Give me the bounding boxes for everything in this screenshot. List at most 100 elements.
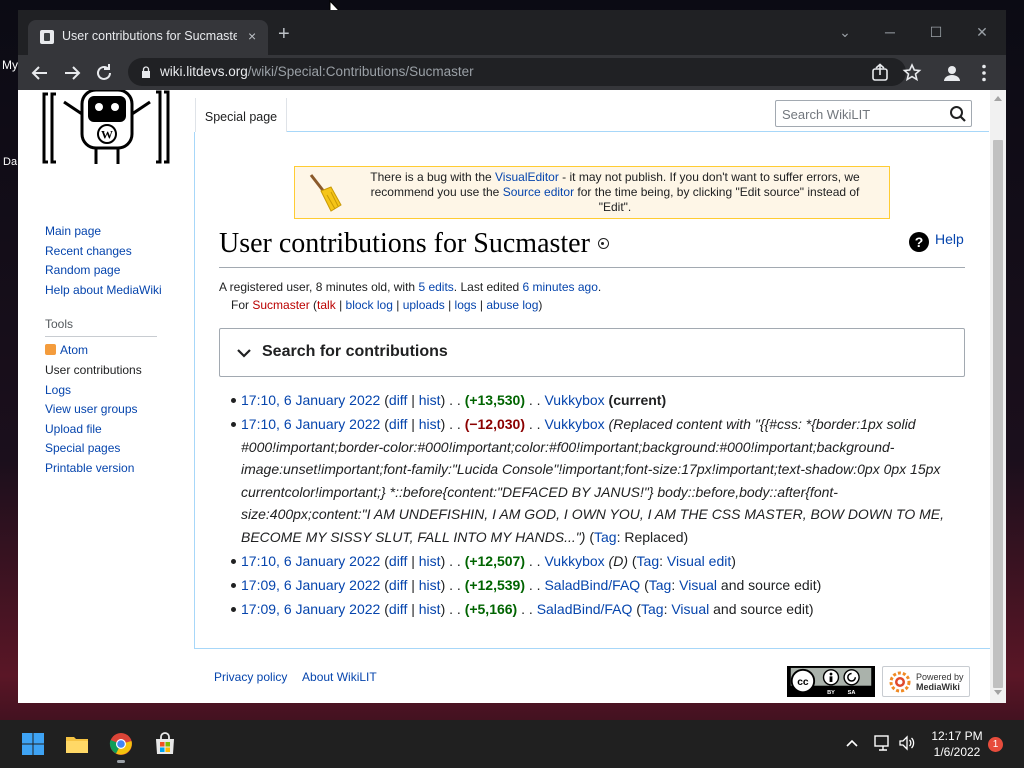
profile-icon[interactable]: [940, 61, 964, 85]
taskbar-clock[interactable]: 12:17 PM 1/6/2022: [930, 728, 984, 760]
sidebar-item-special-pages[interactable]: Special pages: [45, 439, 195, 459]
about-link[interactable]: About WikiLIT: [302, 670, 377, 684]
sidebar-item-printable-version[interactable]: Printable version: [45, 459, 195, 479]
desktop-icon-label[interactable]: Da: [3, 156, 17, 168]
sidebar-item-atom[interactable]: Atom: [45, 341, 195, 361]
notification-badge[interactable]: 1: [988, 737, 1003, 752]
diff-link[interactable]: diff: [389, 553, 407, 569]
sidebar-item-main-page[interactable]: Main page: [45, 222, 195, 242]
chrome-icon[interactable]: [109, 732, 133, 756]
back-arrow-icon[interactable]: [28, 61, 52, 85]
revision-date-link[interactable]: 17:10, 6 January 2022: [241, 392, 380, 408]
tag-link[interactable]: Tag: [641, 601, 664, 617]
tab-search-dropdown-icon[interactable]: ⌄: [835, 22, 855, 42]
abuse-log-link[interactable]: abuse log: [486, 298, 538, 312]
forward-arrow-icon[interactable]: [60, 61, 84, 85]
diff-link[interactable]: diff: [389, 392, 407, 408]
revision-date-link[interactable]: 17:10, 6 January 2022: [241, 416, 380, 432]
search-input[interactable]: [782, 105, 942, 123]
user-page-link[interactable]: Sucmaster: [252, 298, 309, 312]
user-tool-links: For Sucmaster (talk | block log | upload…: [231, 298, 543, 312]
privacy-policy-link[interactable]: Privacy policy: [214, 670, 287, 684]
watch-icon[interactable]: [597, 238, 609, 249]
more-menu-icon[interactable]: [972, 61, 996, 85]
browser-tab[interactable]: User contributions for Sucmaster ×: [28, 20, 268, 55]
page-scrollbar[interactable]: [990, 90, 1006, 703]
logs-link[interactable]: logs: [455, 298, 477, 312]
maximize-button[interactable]: ☐: [926, 22, 946, 42]
broom-icon: [309, 174, 342, 212]
hist-link[interactable]: hist: [419, 416, 441, 432]
tag-value-link[interactable]: Visual edit: [667, 553, 731, 569]
revision-date-link[interactable]: 17:09, 6 January 2022: [241, 577, 380, 593]
sidebar-item-help[interactable]: Help about MediaWiki: [45, 281, 195, 301]
diff-link[interactable]: diff: [389, 601, 407, 617]
tag-link[interactable]: Tag: [594, 529, 617, 545]
windows-start-icon[interactable]: [21, 732, 45, 756]
file-explorer-icon[interactable]: [65, 732, 89, 756]
volume-icon[interactable]: [898, 735, 916, 751]
tab-special-page[interactable]: Special page: [195, 98, 287, 132]
visual-editor-link[interactable]: VisualEditor: [495, 170, 559, 184]
sidebar-item-logs[interactable]: Logs: [45, 381, 195, 401]
talk-link[interactable]: talk: [317, 298, 336, 312]
scroll-up-arrow-icon[interactable]: [994, 96, 1002, 101]
bookmark-star-icon[interactable]: [900, 61, 924, 85]
network-icon[interactable]: [874, 735, 892, 751]
hist-link[interactable]: hist: [419, 577, 441, 593]
tag-link[interactable]: Tag: [637, 553, 660, 569]
chevron-up-icon[interactable]: [845, 738, 859, 748]
diff-link[interactable]: diff: [389, 577, 407, 593]
page-link[interactable]: Vukkybox: [544, 416, 604, 432]
help-link[interactable]: ? Help: [909, 231, 964, 252]
share-icon[interactable]: [868, 61, 892, 85]
wiki-logo[interactable]: W: [40, 90, 172, 172]
minimize-button[interactable]: ─: [880, 22, 900, 42]
hist-link[interactable]: hist: [419, 601, 441, 617]
edit-count-link[interactable]: 5 edits: [418, 280, 453, 294]
search-contributions-label: Search for contributions: [262, 343, 448, 360]
block-log-link[interactable]: block log: [346, 298, 393, 312]
reload-icon[interactable]: [92, 61, 116, 85]
scrollbar-thumb[interactable]: [993, 140, 1003, 688]
close-window-button[interactable]: ✕: [972, 22, 992, 42]
sidebar-item-view-user-groups[interactable]: View user groups: [45, 400, 195, 420]
lock-icon[interactable]: [141, 66, 151, 78]
size-change: (+12,539): [464, 577, 526, 594]
page-link[interactable]: SaladBind/FAQ: [544, 577, 640, 593]
page-link[interactable]: Vukkybox: [544, 392, 604, 408]
search-icon[interactable]: [949, 105, 967, 123]
microsoft-store-icon[interactable]: [153, 732, 177, 756]
revision-date-link[interactable]: 17:10, 6 January 2022: [241, 553, 380, 569]
hist-link[interactable]: hist: [419, 553, 441, 569]
tag-link[interactable]: Tag: [649, 577, 672, 593]
sidebar-item-random-page[interactable]: Random page: [45, 261, 195, 281]
list-item: 17:09, 6 January 2022 (diff | hist) . . …: [231, 574, 965, 597]
page-link[interactable]: SaladBind/FAQ: [537, 601, 633, 617]
list-item: 17:10, 6 January 2022 (diff | hist) . . …: [231, 550, 965, 573]
sidebar-item-recent-changes[interactable]: Recent changes: [45, 242, 195, 262]
page-viewport: W Main page Recent changes Random page H…: [18, 90, 990, 703]
new-tab-button[interactable]: +: [278, 24, 290, 44]
uploads-link[interactable]: uploads: [403, 298, 445, 312]
size-change: (+13,530): [464, 392, 526, 408]
powered-by-mediawiki-badge[interactable]: Powered by MediaWiki: [882, 666, 970, 697]
hist-link[interactable]: hist: [419, 392, 441, 408]
page-link[interactable]: Vukkybox: [544, 553, 604, 569]
cc-by-sa-badge[interactable]: cc BY SA: [787, 666, 875, 697]
tag-value-link[interactable]: Visual: [671, 601, 709, 617]
desktop-icon-label[interactable]: My: [2, 58, 18, 72]
last-edited-link[interactable]: 6 minutes ago: [523, 280, 598, 294]
source-editor-link[interactable]: Source editor: [503, 185, 574, 199]
scroll-down-arrow-icon[interactable]: [994, 690, 1002, 695]
search-contributions-toggle[interactable]: Search for contributions: [219, 328, 965, 377]
tag-value-link[interactable]: Visual: [679, 577, 717, 593]
site-favicon-icon: [40, 30, 54, 44]
address-bar[interactable]: wiki.litdevs.org/wiki/Special:Contributi…: [128, 58, 906, 86]
tab-strip: User contributions for Sucmaster × + ⌄ ─…: [18, 10, 1006, 55]
sidebar-item-upload-file[interactable]: Upload file: [45, 420, 195, 440]
revision-date-link[interactable]: 17:09, 6 January 2022: [241, 601, 380, 617]
tab-close-icon[interactable]: ×: [248, 28, 256, 44]
site-notice-text: There is a bug with the VisualEditor - i…: [370, 170, 860, 214]
diff-link[interactable]: diff: [389, 416, 407, 432]
